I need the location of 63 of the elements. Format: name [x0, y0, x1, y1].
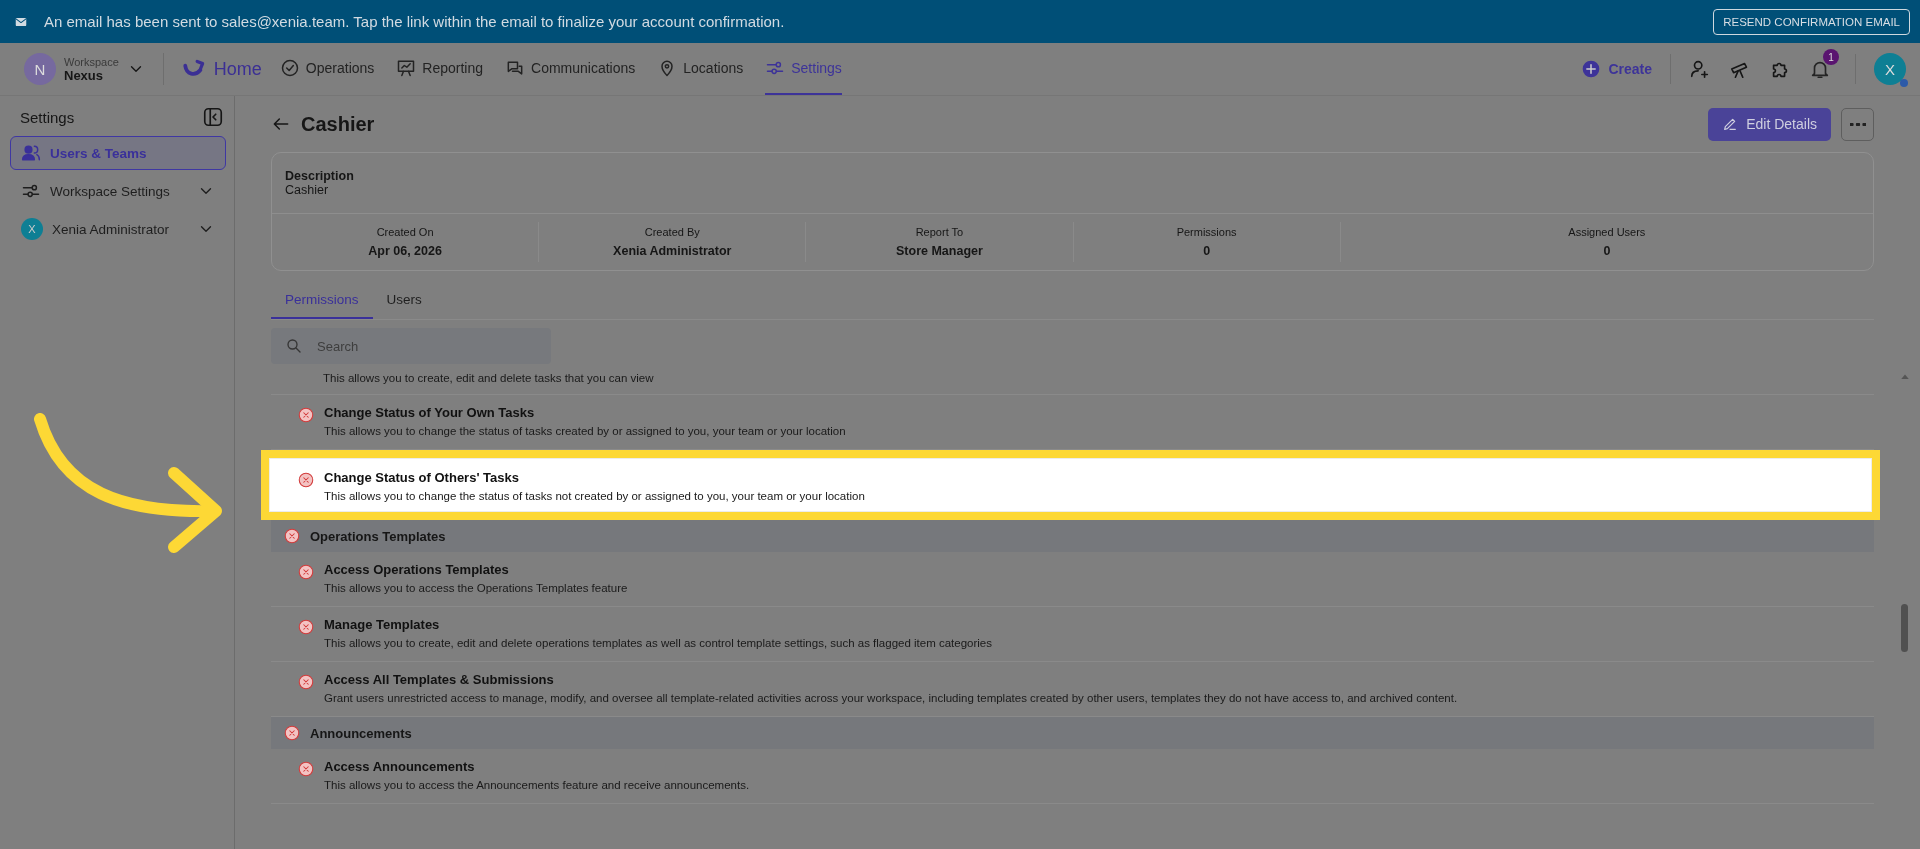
description-label: Description — [285, 169, 355, 183]
add-user-icon[interactable] — [1689, 58, 1711, 80]
stat-value: Apr 06, 2026 — [367, 244, 443, 258]
user-avatar: X — [21, 218, 43, 240]
group-title: Announcements — [310, 725, 412, 741]
nav-tab[interactable]: Operations — [279, 43, 375, 95]
stat-value: Store Manager — [895, 244, 984, 258]
permission-title: Change Status of Your Own Tasks — [324, 405, 536, 420]
nav-tab[interactable]: Communications — [505, 43, 636, 95]
permission-description: This allows you to create, edit and delete tasks that you can view — [323, 372, 654, 384]
pencil-icon — [1722, 116, 1739, 132]
nav-tab[interactable]: Reporting — [396, 43, 484, 95]
permission-title: Access All Templates & Submissions — [324, 672, 555, 687]
search-field[interactable]: Search — [271, 328, 551, 364]
sidebar-item[interactable]: Users & Teams — [10, 136, 226, 170]
create-button[interactable]: Create — [1581, 54, 1671, 84]
user-avatar[interactable]: X — [1874, 53, 1906, 85]
workspace-avatar[interactable]: N — [24, 53, 56, 85]
nav-tab[interactable]: Settings — [765, 43, 842, 95]
permission-title: Access Operations Templates — [324, 562, 510, 577]
stat-label: Created By — [643, 226, 701, 238]
home-link[interactable]: Home — [181, 43, 262, 95]
users-icon — [21, 143, 41, 163]
tab[interactable]: Users — [372, 281, 436, 319]
permission-title: Access Announcements — [324, 759, 476, 774]
scrollbar-thumb[interactable] — [1901, 604, 1908, 652]
more-button[interactable] — [1841, 107, 1874, 141]
plus-circle-icon — [1581, 59, 1602, 79]
description-value: Cashier — [285, 183, 330, 197]
page-title: Cashier — [301, 112, 375, 136]
stat-label: Permissions — [1175, 226, 1238, 238]
permission-description: This allows you to access the Announcements feature and receive announcements. — [324, 779, 750, 791]
scroll-up-icon — [1900, 372, 1910, 382]
workspace-name[interactable]: Nexus — [64, 67, 119, 83]
banner-message: An email has been sent to sales@xenia.team. Tap the link within the email to finalize your account confirmation. — [44, 13, 786, 30]
edit-details-button[interactable]: Edit Details — [1708, 107, 1831, 141]
resend-email-button[interactable]: RESEND CONFIRMATION EMAIL — [1713, 8, 1910, 35]
permission-description: Grant users unrestricted access to manage, modify, and oversee all template-related activities across your workspace, including templates created by other users, templates they do not have access to, and archived content. — [324, 692, 1458, 704]
permission-title: Manage Templates — [324, 617, 441, 632]
permission-title: Change Status of Others' Tasks — [324, 470, 520, 485]
collapse-panel-icon[interactable] — [202, 106, 224, 128]
stat-label: Assigned Users — [1567, 226, 1647, 238]
permission-description: This allows you to change the status of tasks created by or assigned to you, your team or your location — [324, 425, 846, 437]
stat-label: Created On — [375, 226, 435, 238]
permission-description: This allows you to create, edit and delete operations templates as well as control template settings, such as flagged item categories — [324, 637, 992, 649]
check-circle-icon — [279, 58, 300, 78]
stat-label: Report To — [914, 226, 965, 238]
workspace-label: Workspace — [64, 55, 119, 68]
sidebar-title: Settings — [20, 108, 75, 126]
sidebar-item[interactable]: Workspace Settings — [10, 174, 226, 208]
permission-description: This allows you to change the status of tasks not created by or assigned to you, your team or your location — [324, 490, 865, 502]
permission-description: This allows you to access the Operations Templates feature — [324, 582, 628, 594]
stat-value: 0 — [1602, 244, 1612, 258]
nav-tab[interactable]: Locations — [657, 43, 744, 95]
notification-badge: 1 — [1823, 49, 1839, 65]
stat-value: Xenia Administrator — [612, 244, 733, 258]
group-title: Operations Templates — [310, 528, 446, 544]
online-status-dot — [1900, 79, 1908, 87]
stat-value: 0 — [1202, 244, 1212, 258]
presentation-board-icon — [396, 58, 417, 78]
tab[interactable]: Permissions — [271, 281, 373, 319]
sidebar-item[interactable]: X Xenia Administrator — [10, 212, 226, 246]
more-dots-icon — [1849, 122, 1866, 126]
